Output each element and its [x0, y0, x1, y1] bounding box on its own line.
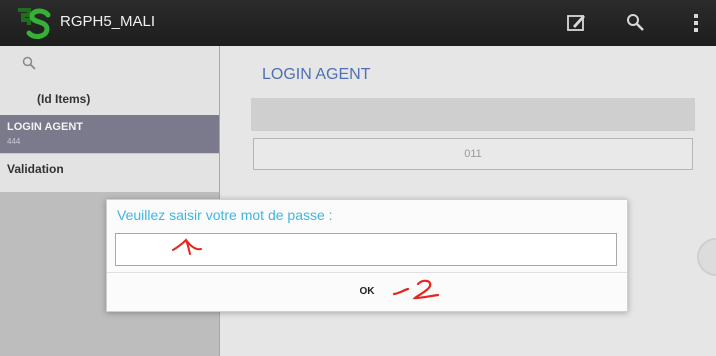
- search-icon[interactable]: [625, 12, 647, 34]
- search-icon[interactable]: [22, 56, 36, 70]
- next-arrow-button[interactable]: [697, 238, 716, 276]
- dialog-prompt: Veuillez saisir votre mot de passe :: [117, 207, 333, 223]
- annotation-mark-1: 1: [172, 238, 202, 255]
- field-header-bar: [251, 98, 695, 131]
- compose-icon[interactable]: [565, 12, 587, 34]
- agent-id-field[interactable]: 011: [253, 138, 693, 170]
- sidebar-item-validation[interactable]: Validation: [7, 162, 64, 176]
- annotation-mark-2: 2: [392, 279, 440, 300]
- items-count-label: (Id Items): [37, 92, 91, 106]
- action-bar: RGPH5_MALI: [0, 0, 716, 46]
- sidebar-panel: (Id Items) LOGIN AGENT 444 Validation: [0, 46, 219, 192]
- app-logo-icon: [18, 8, 51, 39]
- sidebar-divider: [0, 153, 219, 154]
- sidebar-item-login-agent[interactable]: LOGIN AGENT 444: [0, 115, 219, 153]
- app-title: RGPH5_MALI: [60, 13, 156, 30]
- sidebar-item-label: LOGIN AGENT: [7, 121, 83, 133]
- page-title: LOGIN AGENT: [262, 66, 371, 83]
- ok-button[interactable]: OK: [107, 273, 627, 311]
- sidebar-item-sublabel: 444: [7, 137, 21, 146]
- overflow-menu-icon[interactable]: [690, 12, 702, 34]
- agent-id-value: 011: [464, 148, 482, 160]
